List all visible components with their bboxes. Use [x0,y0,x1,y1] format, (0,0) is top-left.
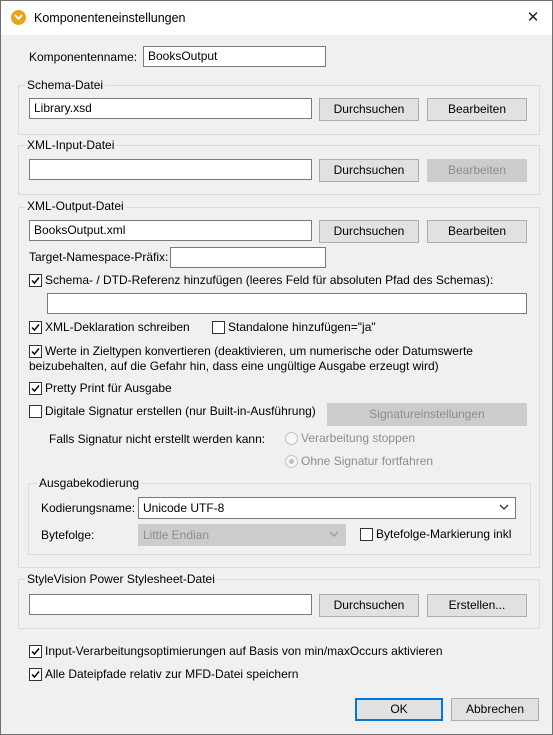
xml-output-file-input[interactable]: BooksOutput.xml [29,220,312,241]
title-bar: Komponenteneinstellungen ✕ [1,1,552,35]
stylevision-browse-button[interactable]: Durchsuchen [319,594,419,617]
window-title: Komponenteneinstellungen [34,11,186,25]
output-encoding-group-title: Ausgabekodierung [37,476,142,490]
cancel-button[interactable]: Abbrechen [451,698,539,721]
pretty-print-checkbox[interactable] [29,382,42,395]
xml-input-browse-button[interactable]: Durchsuchen [319,159,419,182]
byte-order-value: Little Endian [143,528,210,542]
byte-order-label: Bytefolge: [41,528,95,542]
convert-values-checkbox[interactable] [29,345,42,358]
convert-values-label-line2: beizubehalten, auf die Gefahr hin, dass … [29,359,439,373]
standalone-label: Standalone hinzufügen="ja" [228,320,376,334]
bom-checkbox[interactable] [360,528,373,541]
schema-ref-label: Schema- / DTD-Referenz hinzufügen (leere… [45,273,494,287]
schema-ref-path-input[interactable] [47,293,527,314]
radio-stop-processing[interactable] [285,432,298,445]
bom-label: Bytefolge-Markierung inkl [376,527,512,541]
namespace-prefix-label: Target-Namespace-Präfix: [29,250,169,264]
chevron-down-icon [329,531,339,537]
xml-output-edit-button[interactable]: Bearbeiten [427,220,527,243]
xml-output-browse-button[interactable]: Durchsuchen [319,220,419,243]
stylevision-group-title: StyleVision Power Stylesheet-Datei [25,572,217,586]
xml-declaration-checkbox[interactable] [29,321,42,334]
encoding-name-select[interactable]: Unicode UTF-8 [138,497,516,519]
ok-button[interactable]: OK [355,698,443,721]
schema-edit-button[interactable]: Bearbeiten [427,98,527,121]
xml-declaration-label: XML-Deklaration schreiben [45,320,190,334]
standalone-checkbox[interactable] [212,321,225,334]
schema-file-group-title: Schema-Datei [25,78,106,92]
xml-input-group-title: XML-Input-Datei [25,138,117,152]
schema-browse-button[interactable]: Durchsuchen [319,98,419,121]
schema-ref-checkbox[interactable] [29,274,42,287]
chevron-down-icon [499,504,509,510]
encoding-name-label: Kodierungsname: [41,501,136,515]
input-optimization-checkbox[interactable] [29,645,42,658]
component-name-input[interactable]: BooksOutput [143,46,326,67]
xml-input-edit-button[interactable]: Bearbeiten [427,159,527,182]
schema-file-input[interactable]: Library.xsd [29,98,312,119]
stylevision-create-button[interactable]: Erstellen... [427,594,527,617]
radio-continue-without-signature[interactable] [285,455,298,468]
digital-signature-checkbox[interactable] [29,405,42,418]
signature-fail-label: Falls Signatur nicht erstellt werden kan… [49,432,266,446]
component-name-label: Komponentenname: [29,50,138,64]
input-optimization-label: Input-Verarbeitungsoptimierungen auf Bas… [45,644,443,658]
radio-continue-without-signature-label: Ohne Signatur fortfahren [301,454,434,468]
byte-order-select[interactable]: Little Endian [138,524,346,546]
pretty-print-label: Pretty Print für Ausgabe [45,381,172,395]
digital-signature-label: Digitale Signatur erstellen (nur Built-i… [45,404,316,418]
close-icon[interactable]: ✕ [516,5,550,31]
radio-stop-processing-label: Verarbeitung stoppen [301,431,416,445]
signature-settings-button[interactable]: Signatureinstellungen [327,403,527,426]
relative-paths-checkbox[interactable] [29,668,42,681]
relative-paths-label: Alle Dateipfade relativ zur MFD-Datei sp… [45,667,299,681]
encoding-name-value: Unicode UTF-8 [143,501,225,515]
app-logo-icon [11,10,26,25]
xml-input-file-input[interactable] [29,159,312,180]
stylevision-file-input[interactable] [29,594,312,615]
xml-output-group-title: XML-Output-Datei [25,199,126,213]
convert-values-label-line1: Werte in Zieltypen konvertieren (deaktiv… [45,344,473,358]
namespace-prefix-input[interactable] [170,247,326,268]
dialog-window: Komponenteneinstellungen ✕ Komponentenna… [0,0,553,735]
